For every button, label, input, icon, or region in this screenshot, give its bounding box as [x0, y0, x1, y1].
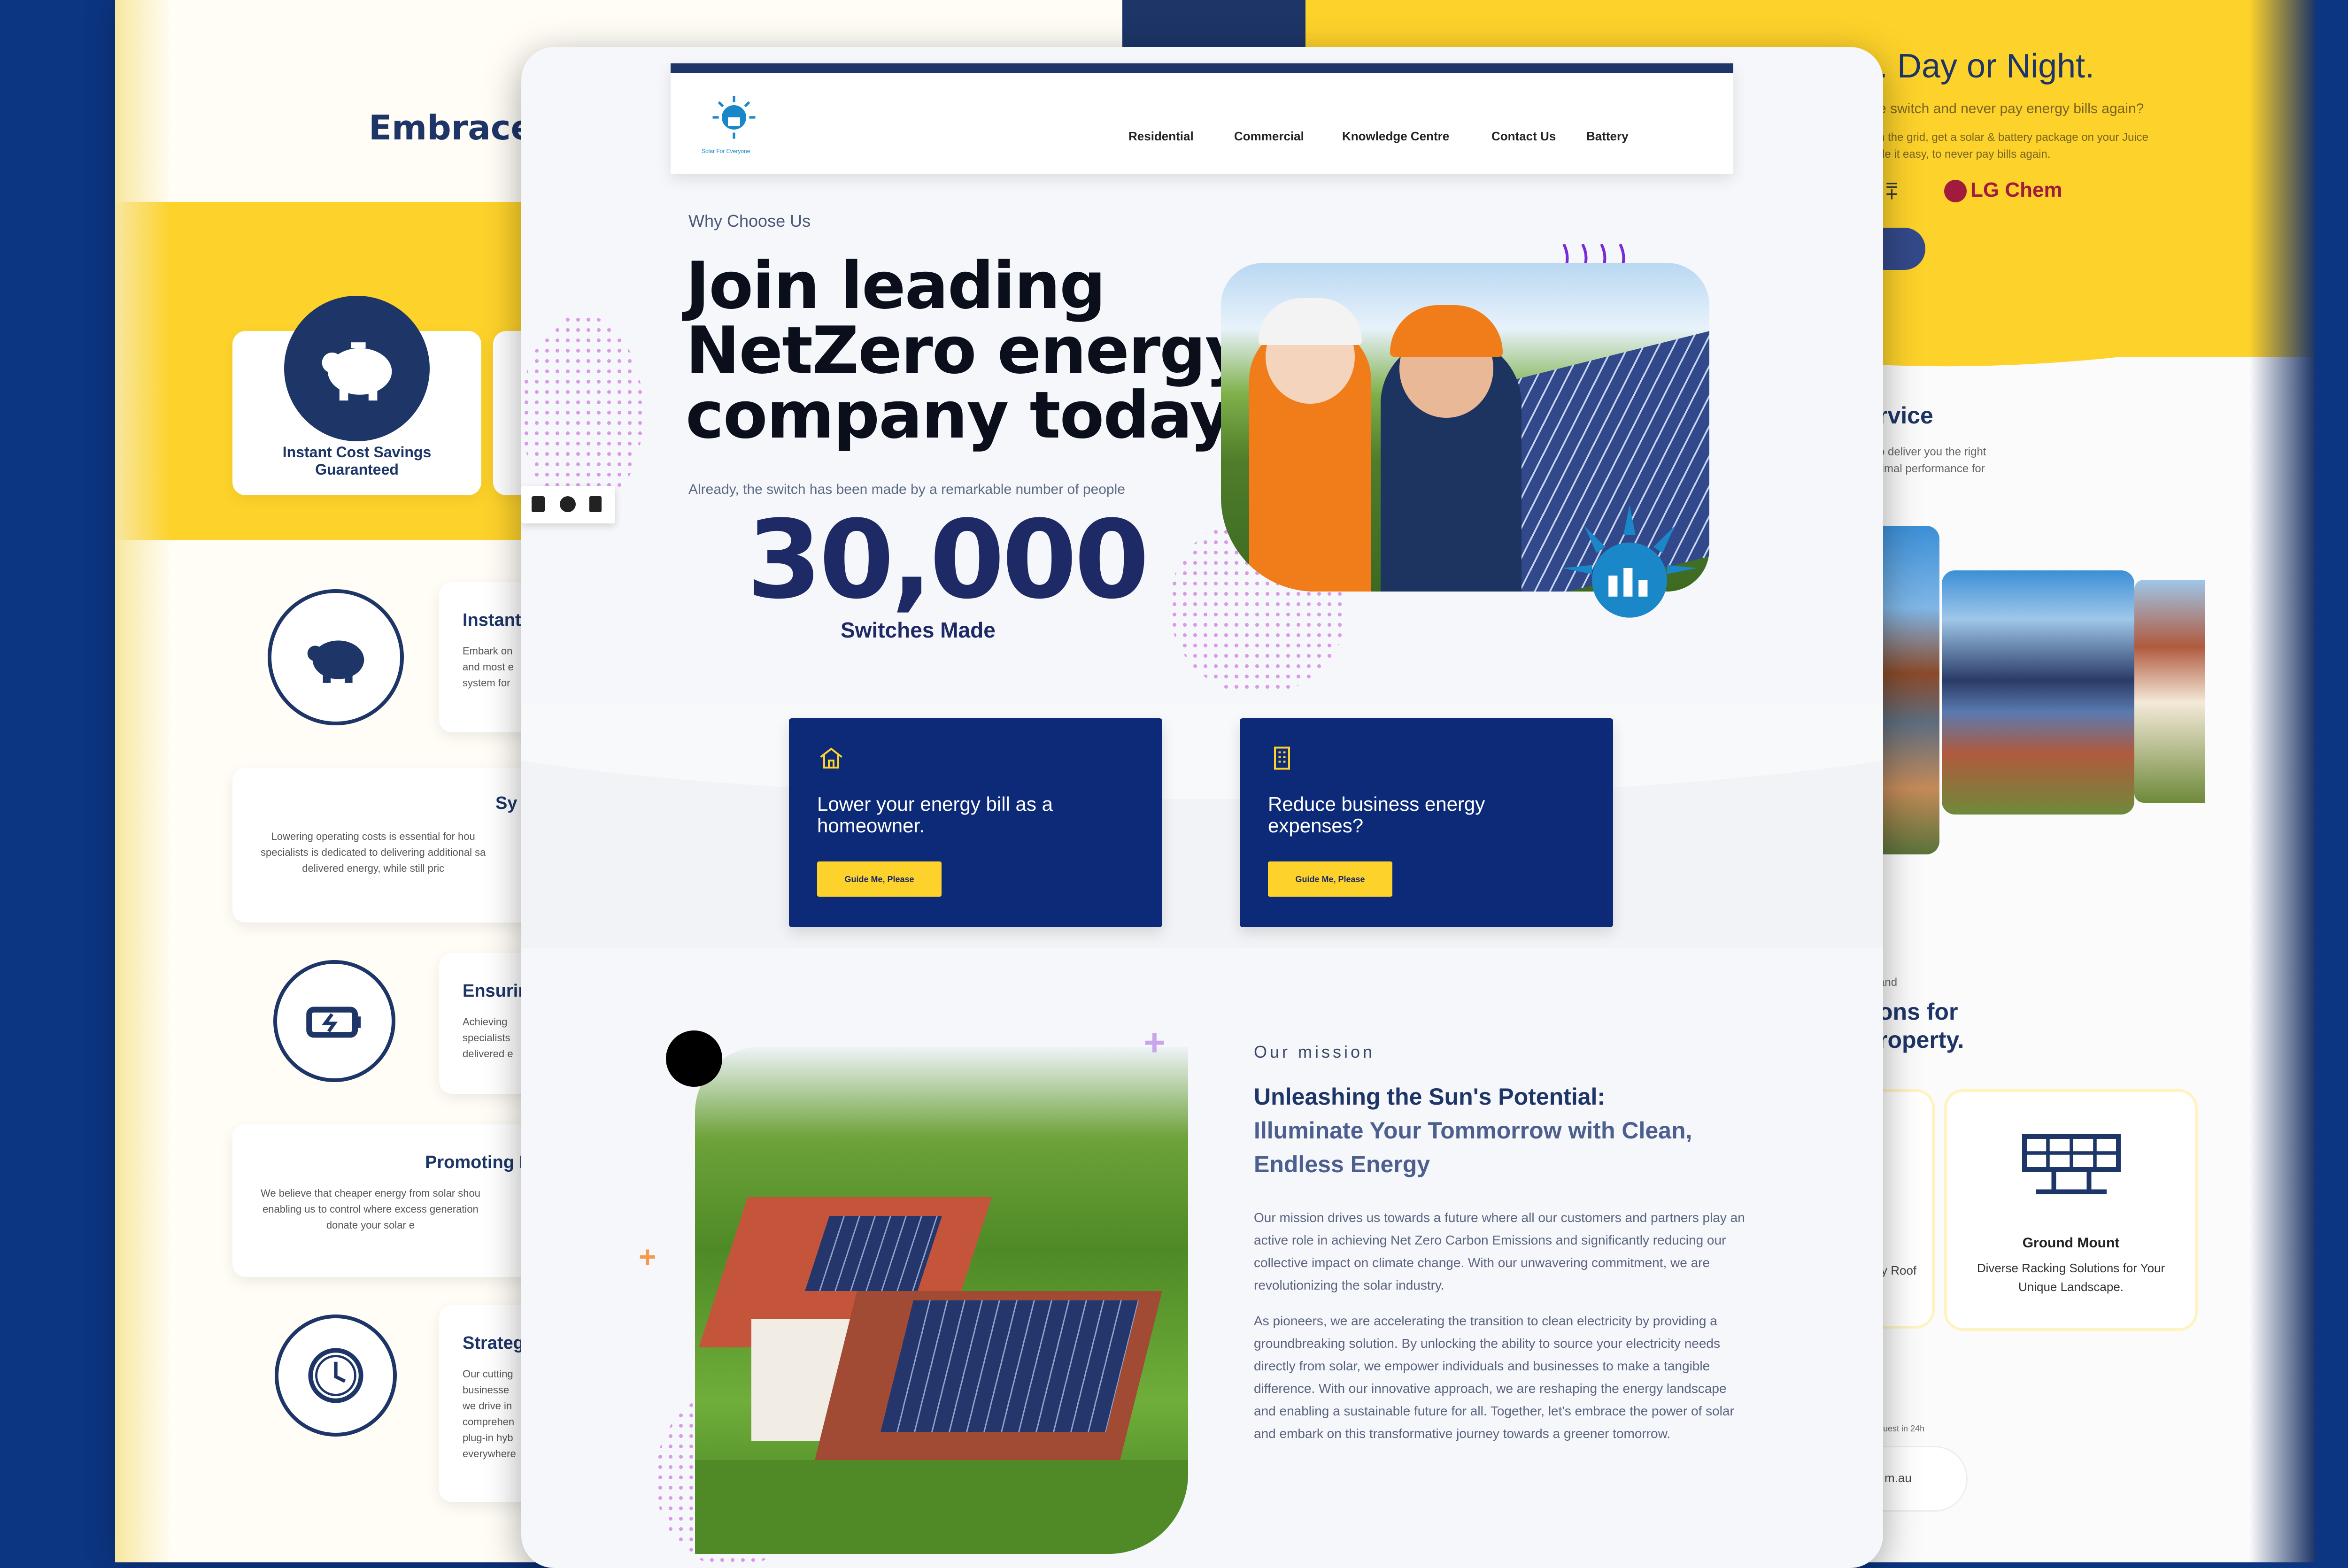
sun-logo-icon — [1562, 505, 1697, 618]
building-icon — [1274, 746, 1290, 770]
nav-item-contact-us[interactable]: Contact Us — [1491, 129, 1556, 144]
decor-block — [1122, 0, 1305, 47]
plus-decor: + — [639, 1240, 657, 1274]
hero-eyebrow: Why Choose Us — [688, 211, 811, 231]
piggy-bank-badge — [284, 296, 430, 441]
piggy-bank-circle — [268, 589, 404, 725]
solutions-heading: ons for roperty. — [1878, 999, 1964, 1053]
dot-pattern — [521, 315, 643, 512]
mission-paragraph: As pioneers, we are accelerating the tra… — [1254, 1314, 1734, 1441]
switch-count: 30,000 — [747, 498, 1150, 623]
house-icon — [820, 747, 842, 769]
trash-icon[interactable] — [589, 496, 602, 512]
copy-icon[interactable] — [532, 496, 545, 512]
business-card: Reduce business energy expenses? Guide M… — [1240, 718, 1613, 927]
savings-card-title: Instant Cost Savings Guaranteed — [282, 444, 432, 478]
switch-count-label: Switches Made — [841, 618, 996, 642]
mission-eyebrow: Our mission — [1254, 1042, 1375, 1061]
houses-with-solar-photo — [695, 1047, 1188, 1554]
reply-note: quest in 24h — [1878, 1424, 1925, 1433]
guide-me-button[interactable]: Guide Me, Please — [1268, 861, 1392, 897]
hero-subtitle: e switch and never pay energy bills agai… — [1878, 101, 2144, 116]
logo-text: Solar For Everyone — [702, 148, 750, 154]
piggy-bank-icon — [307, 640, 364, 683]
section-heading: Embrace — [369, 108, 534, 147]
main-page: Solar For Everyone Residential Commercia… — [521, 47, 1883, 1568]
mission-heading: Unleashing the Sun's Potential: Illumina… — [1254, 1084, 1692, 1177]
service-text: o deliver you the right timal performanc… — [1878, 446, 1986, 475]
house-photo — [2134, 580, 2205, 803]
service-heading: rvice — [1878, 402, 1933, 429]
solar-panel-icon — [2022, 1134, 2121, 1194]
brand-logo: ⩱ — [1885, 179, 1898, 203]
battery-circle — [273, 960, 395, 1082]
battery-icon — [306, 1007, 361, 1038]
nav-item-residential[interactable]: Residential — [1128, 129, 1194, 144]
clock-icon — [308, 1348, 363, 1403]
section-divider — [521, 704, 1883, 948]
nav-item-battery[interactable]: Battery — [1586, 129, 1629, 144]
lg-chem-logo: LG Chem — [1944, 178, 2062, 203]
house-photo — [1942, 570, 2134, 815]
settings-icon[interactable] — [560, 496, 576, 512]
clock-circle — [275, 1314, 397, 1437]
piggy-bank-icon — [322, 342, 392, 401]
homeowner-card: Lower your energy bill as a homeowner. G… — [789, 718, 1162, 927]
hero-body: n the grid, get a solar & battery packag… — [1878, 131, 2149, 161]
ground-mount-card[interactable]: Ground Mount Diverse Racking Solutions f… — [1944, 1089, 2198, 1331]
hero-title: Join leading NetZero energy company toda… — [686, 248, 1250, 453]
nav-item-commercial[interactable]: Commercial — [1234, 129, 1304, 144]
plus-decor: + — [1143, 1022, 1166, 1063]
hero-title: . Day or Night. — [1878, 47, 2095, 85]
logo[interactable] — [703, 87, 765, 148]
nav-item-knowledge-centre[interactable]: Knowledge Centre — [1342, 129, 1449, 144]
navbar: Solar For Everyone Residential Commercia… — [671, 63, 1733, 174]
mission-paragraph: Our mission drives us towards a future w… — [1254, 1210, 1745, 1292]
guide-me-button[interactable]: Guide Me, Please — [817, 861, 942, 897]
editor-toolbar[interactable] — [521, 486, 615, 523]
decor-dot — [666, 1030, 722, 1087]
